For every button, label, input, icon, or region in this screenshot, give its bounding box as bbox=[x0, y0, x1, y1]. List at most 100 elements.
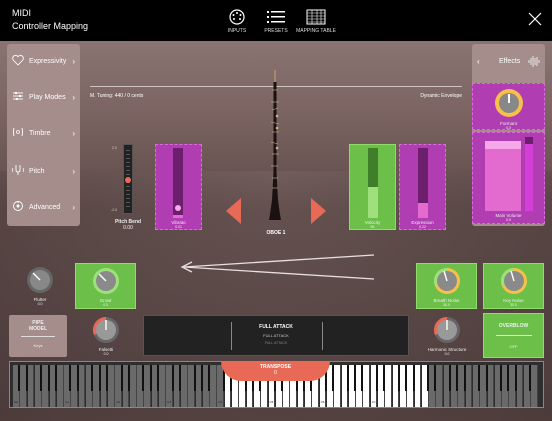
sidebar-item-label: Expressivity bbox=[29, 58, 67, 65]
piano-white-key[interactable] bbox=[487, 365, 495, 407]
falsetti-value: 0.0 bbox=[103, 352, 109, 356]
main-volume-control[interactable]: Main Volume 0.9 bbox=[472, 132, 545, 224]
formant-knob[interactable] bbox=[493, 87, 525, 119]
sidebar-item-label: Timbre bbox=[29, 130, 51, 137]
heart-icon bbox=[12, 54, 24, 66]
timbre-icon bbox=[13, 127, 23, 137]
chevron-right-icon: › bbox=[72, 167, 75, 176]
piano-white-key[interactable] bbox=[180, 365, 188, 407]
growl-control[interactable]: Growl 0.0 bbox=[75, 263, 136, 309]
piano-white-key[interactable] bbox=[78, 365, 86, 407]
flutter-control[interactable]: Flutter 0.0 bbox=[20, 263, 60, 311]
piano-white-key[interactable] bbox=[210, 365, 217, 407]
harmonic-structure-knob[interactable] bbox=[432, 315, 462, 345]
pitch-bend-scale-bottom: -2.0 bbox=[111, 208, 118, 212]
dynamic-envelope-button[interactable]: Dynamic Envelope bbox=[420, 93, 462, 99]
grid-table-icon bbox=[290, 8, 342, 26]
octave-label: C1 bbox=[65, 400, 69, 404]
chevron-right-icon: › bbox=[72, 93, 75, 102]
harmonic-structure-control[interactable]: Harmonic Structure 0.0 bbox=[427, 314, 467, 358]
sidebar-item-advanced[interactable]: Advanced › bbox=[7, 190, 80, 226]
top-bar: MIDI Controller Mapping INPUTS PRESETS M… bbox=[0, 0, 552, 41]
piano-white-key[interactable] bbox=[107, 365, 115, 407]
expression-slider[interactable] bbox=[418, 148, 428, 218]
effects-label: Effects bbox=[499, 58, 521, 65]
expression-value: 0.22 bbox=[419, 225, 426, 229]
tuning-fork-icon bbox=[12, 165, 24, 175]
sidebar: Expressivity › Play Modes › Timbre › Pit… bbox=[7, 44, 80, 226]
octave-label: C5 bbox=[269, 400, 274, 404]
velocity-value: 56 bbox=[370, 225, 375, 229]
piano-white-key[interactable] bbox=[385, 365, 393, 407]
pitch-bend-thumb[interactable] bbox=[125, 177, 131, 183]
waveform-icon bbox=[528, 56, 540, 67]
pitch-bend-value: 0.00 bbox=[123, 225, 133, 231]
chevron-right-icon: › bbox=[72, 129, 75, 138]
breath-noise-value: 30.0 bbox=[443, 303, 450, 307]
overblow-label: OVERBLOW bbox=[498, 323, 529, 329]
falsetti-control[interactable]: Falsetti 0.0 bbox=[88, 314, 124, 358]
formant-control[interactable]: Formant 0.3 bbox=[472, 83, 545, 130]
piano-white-key[interactable] bbox=[56, 365, 64, 407]
overblow-toggle[interactable]: OVERBLOW OFF bbox=[483, 313, 544, 358]
sidebar-item-play-modes[interactable]: Play Modes › bbox=[7, 80, 80, 116]
sidebar-item-label: Play Modes bbox=[29, 94, 66, 101]
velocity-slider[interactable] bbox=[368, 148, 378, 218]
piano-white-key[interactable] bbox=[334, 365, 341, 407]
piano-white-key[interactable] bbox=[516, 365, 524, 407]
growl-knob[interactable] bbox=[91, 266, 121, 296]
octave-label: C3 bbox=[167, 400, 172, 404]
chevron-right-icon: › bbox=[72, 203, 75, 212]
app-title: MIDI bbox=[12, 8, 31, 18]
falsetti-knob[interactable] bbox=[91, 315, 121, 345]
key-noise-control[interactable]: Key Noise 30.0 bbox=[483, 263, 544, 309]
attack-option-2: FULL ATTACK bbox=[263, 333, 289, 338]
growl-value: 0.0 bbox=[103, 303, 108, 307]
octave-label: C4 bbox=[218, 400, 223, 404]
mapping-table-button[interactable]: MAPPING TABLE bbox=[290, 8, 342, 34]
piano-white-key[interactable] bbox=[363, 365, 371, 407]
next-instrument-button[interactable] bbox=[311, 198, 326, 224]
sidebar-item-expressivity[interactable]: Expressivity › bbox=[7, 44, 80, 80]
piano-white-key[interactable] bbox=[414, 365, 422, 407]
vibrato-control[interactable]: Vibrato 0.01 bbox=[155, 144, 202, 230]
pitch-bend-slider[interactable] bbox=[123, 144, 133, 214]
chevron-left-icon: ‹ bbox=[477, 57, 480, 66]
vibrato-slider[interactable] bbox=[173, 148, 183, 218]
previous-instrument-button[interactable] bbox=[226, 198, 241, 224]
instrument-name: OBOE 1 bbox=[266, 230, 286, 236]
piano-white-key[interactable] bbox=[531, 365, 539, 407]
transpose-control[interactable]: TRANSPOSE 0 bbox=[221, 361, 330, 381]
piano-white-key[interactable] bbox=[436, 365, 444, 407]
flutter-knob[interactable] bbox=[25, 265, 55, 295]
pipe-model-label-2: MODEL bbox=[28, 326, 48, 332]
key-noise-knob[interactable] bbox=[499, 266, 529, 296]
piano-white-key[interactable] bbox=[129, 365, 137, 407]
tuning-readout[interactable]: M. Tuning: 440 / 0 cents bbox=[90, 93, 143, 99]
main-volume-slider[interactable] bbox=[525, 137, 533, 211]
sidebar-item-timbre[interactable]: Timbre › bbox=[7, 116, 80, 152]
effects-button[interactable]: ‹ Effects bbox=[472, 44, 545, 80]
close-button[interactable] bbox=[528, 12, 542, 26]
pitch-bend-control[interactable]: 2.0 -2.0 Pitch Bend 0.00 bbox=[108, 144, 148, 232]
mapping-table-label: MAPPING TABLE bbox=[296, 28, 336, 34]
pipe-model-button[interactable]: PIPE MODEL Keys bbox=[9, 315, 67, 357]
octave-label: C2 bbox=[116, 400, 121, 404]
advanced-icon bbox=[13, 201, 23, 211]
octave-label: C0 bbox=[14, 400, 18, 404]
octave-label: C7 bbox=[371, 400, 376, 404]
piano-white-key[interactable] bbox=[27, 365, 35, 407]
sidebar-item-label: Pitch bbox=[29, 168, 45, 175]
expression-control[interactable]: Expression 0.22 bbox=[399, 144, 446, 230]
key-noise-value: 30.0 bbox=[510, 303, 517, 307]
piano-white-key[interactable] bbox=[465, 365, 473, 407]
piano-white-key[interactable] bbox=[159, 365, 166, 407]
breath-noise-control[interactable]: Breath Noise 30.0 bbox=[416, 263, 477, 309]
sidebar-item-pitch[interactable]: Pitch › bbox=[7, 154, 80, 190]
main-volume-value: 0.9 bbox=[506, 218, 511, 222]
velocity-control[interactable]: Velocity 56 bbox=[349, 144, 396, 230]
envelope-graph bbox=[180, 254, 375, 280]
page-title: Controller Mapping bbox=[12, 21, 89, 31]
breath-noise-knob[interactable] bbox=[432, 266, 462, 296]
attack-selector[interactable]: FULL ATTACK FULL ATTACK FULL ATTACK bbox=[143, 315, 409, 356]
